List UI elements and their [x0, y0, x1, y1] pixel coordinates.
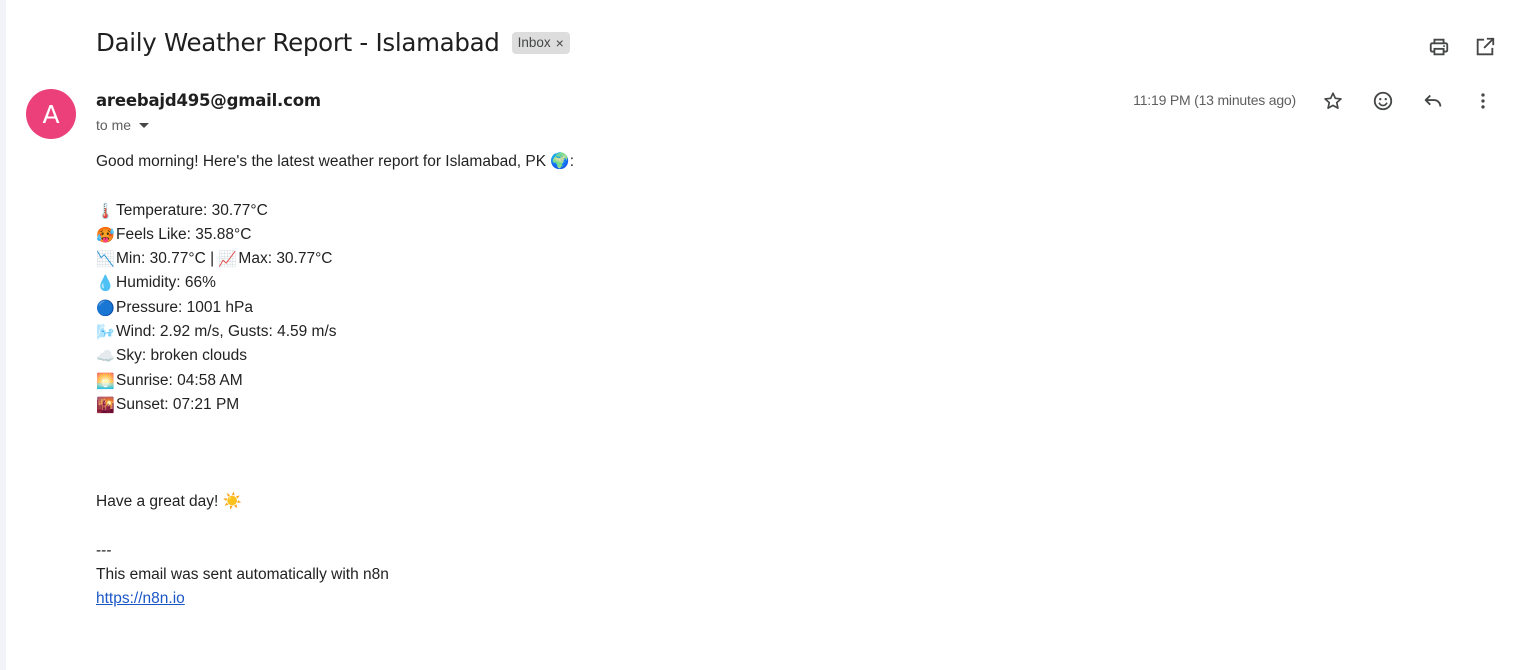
- pressure-line: 🔵Pressure: 1001 hPa: [96, 296, 574, 320]
- inbox-label-text: Inbox: [517, 35, 551, 50]
- smiley-icon[interactable]: [1371, 89, 1395, 113]
- globe-emoji-icon: 🌍: [550, 153, 570, 170]
- droplet-emoji-icon: 💧: [96, 275, 115, 293]
- n8n-link[interactable]: https://n8n.io: [96, 590, 185, 607]
- sunrise-emoji-icon: 🌅: [96, 372, 115, 390]
- thermometer-emoji-icon: 🌡️: [96, 202, 115, 220]
- sunrise-line: 🌅Sunrise: 04:58 AM: [96, 369, 574, 393]
- pressure-text: Pressure: 1001 hPa: [116, 298, 254, 316]
- sky-line: ☁️Sky: broken clouds: [96, 344, 574, 368]
- closing-text: Have a great day!: [96, 493, 219, 511]
- left-edge-strip: [0, 0, 6, 670]
- temperature-text: Temperature: 30.77°C: [116, 201, 268, 219]
- star-icon[interactable]: [1321, 89, 1345, 113]
- wind-line: 🌬️Wind: 2.92 m/s, Gusts: 4.59 m/s: [96, 320, 574, 344]
- sender-email[interactable]: areebajd495@gmail.com: [96, 91, 321, 110]
- remove-label-icon[interactable]: ×: [556, 35, 564, 51]
- open-in-new-window-icon[interactable]: [1473, 35, 1497, 59]
- greeting-suffix: :: [569, 153, 575, 170]
- wind-text: Wind: 2.92 m/s, Gusts: 4.59 m/s: [116, 323, 337, 341]
- chart-increasing-emoji-icon: 📈: [218, 251, 238, 269]
- blue-circle-emoji-icon: 🔵: [96, 299, 115, 317]
- sunset-line: 🌇Sunset: 07:21 PM: [96, 393, 574, 417]
- humidity-line: 💧Humidity: 66%: [96, 271, 574, 295]
- wind-face-emoji-icon: 🌬️: [96, 324, 115, 342]
- feels-like-line: 🥵Feels Like: 35.88°C: [96, 223, 574, 247]
- min-text: Min: 30.77°C |: [116, 250, 219, 268]
- recipient-text: to me: [96, 117, 132, 133]
- min-max-line: 📉Min: 30.77°C | 📈Max: 30.77°C: [96, 247, 574, 271]
- sunrise-text: Sunrise: 04:58 AM: [116, 371, 243, 389]
- separator-line: ---: [96, 541, 112, 559]
- hot-face-emoji-icon: 🥵: [96, 226, 115, 244]
- sunset-emoji-icon: 🌇: [96, 396, 115, 414]
- sender-avatar[interactable]: A: [26, 89, 76, 139]
- greeting-line: Good morning! Here's the latest weather …: [96, 150, 574, 174]
- feels-like-text: Feels Like: 35.88°C: [116, 225, 252, 243]
- show-details-caret-icon[interactable]: [139, 122, 150, 128]
- printer-icon[interactable]: [1427, 35, 1451, 59]
- greeting-text: Good morning! Here's the latest weather …: [96, 153, 547, 170]
- cloud-emoji-icon: ☁️: [96, 348, 115, 366]
- footer-text: This email was sent automatically with n…: [96, 566, 389, 584]
- sun-emoji-icon: ☀️: [222, 493, 242, 511]
- email-body: Good morning! Here's the latest weather …: [96, 150, 574, 612]
- email-timestamp: 11:19 PM (13 minutes ago): [1133, 92, 1296, 108]
- recipient-line: to me: [96, 117, 150, 133]
- chart-decreasing-emoji-icon: 📉: [96, 251, 115, 269]
- humidity-text: Humidity: 66%: [116, 274, 216, 292]
- inbox-label-chip[interactable]: Inbox ×: [511, 31, 570, 54]
- subject-row: Daily Weather Report - Islamabad Inbox ×: [96, 28, 570, 57]
- max-text: Max: 30.77°C: [238, 250, 333, 268]
- reply-icon[interactable]: [1421, 89, 1445, 113]
- closing-line: Have a great day! ☀️: [96, 490, 574, 514]
- temperature-line: 🌡️Temperature: 30.77°C: [96, 199, 574, 223]
- email-subject: Daily Weather Report - Islamabad: [96, 28, 500, 57]
- more-vert-icon[interactable]: [1471, 89, 1495, 113]
- sunset-text: Sunset: 07:21 PM: [116, 395, 240, 413]
- sky-text: Sky: broken clouds: [116, 347, 247, 365]
- footer-link-line: https://n8n.io: [96, 587, 574, 611]
